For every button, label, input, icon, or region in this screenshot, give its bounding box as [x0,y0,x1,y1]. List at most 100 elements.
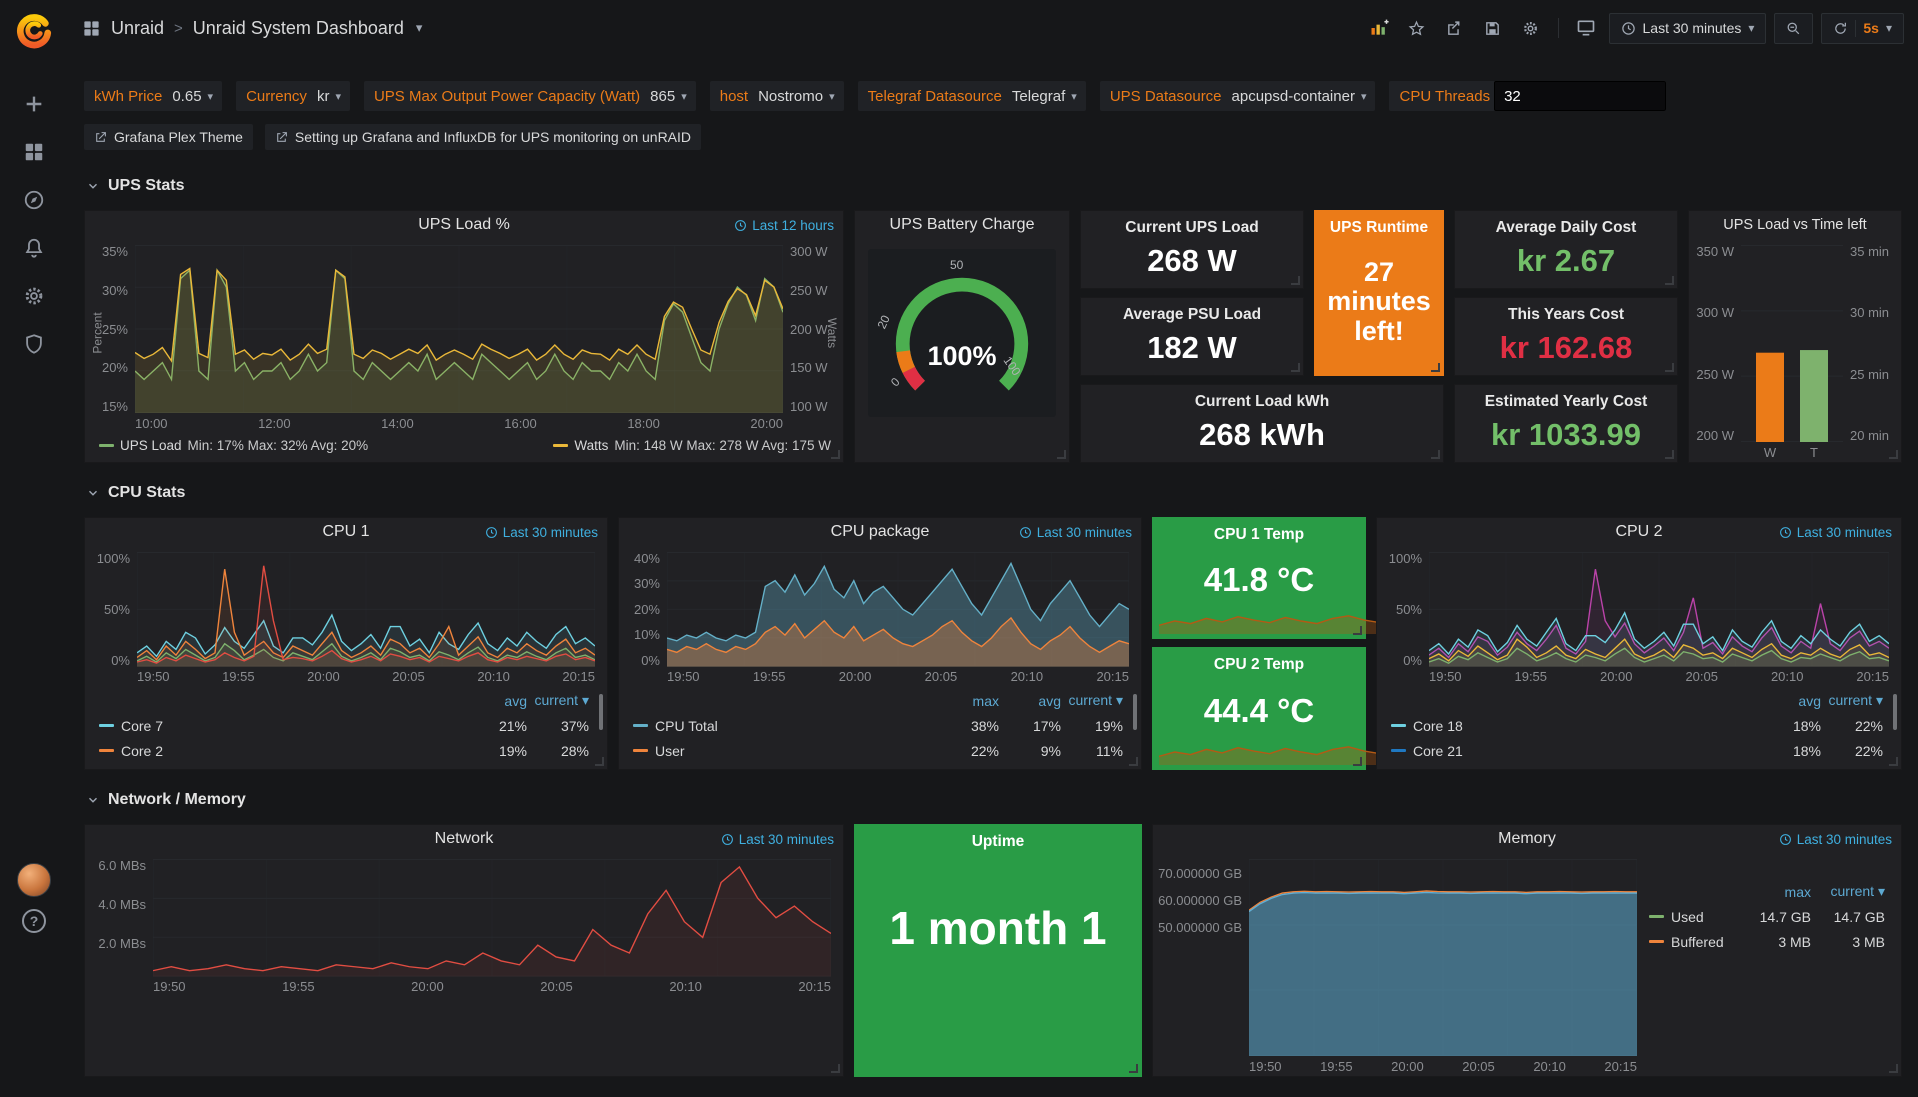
chart-plot[interactable] [153,859,831,977]
dashboard-content: kWh Price 0.65▾ Currency kr▾ UPS Max Out… [68,56,1918,1097]
panel-title[interactable]: CPU 2 [1615,523,1662,541]
legend-sort-column[interactable]: current ▾ [1821,692,1883,709]
admin-shield-icon[interactable] [0,320,68,368]
panel-uptime: Uptime 1 month 1 [854,824,1142,1077]
explore-compass-icon[interactable] [0,176,68,224]
user-avatar[interactable] [17,863,51,897]
variable-ups-max-output[interactable]: UPS Max Output Power Capacity (Watt) 865… [364,81,696,111]
variable-telegraf-datasource[interactable]: Telegraf Datasource Telegraf▾ [858,81,1086,111]
variable-value-dropdown[interactable]: kr▾ [311,88,350,105]
legend-sort-column[interactable]: avg [999,693,1061,709]
variable-currency[interactable]: Currency kr▾ [236,81,350,111]
variable-value-dropdown[interactable]: 0.65▾ [166,88,222,105]
legend-scrollbar[interactable] [599,694,603,730]
chevron-down-icon[interactable]: ▾ [416,20,423,36]
breadcrumb-page-title[interactable]: Unraid System Dashboard [193,18,404,39]
link-grafana-plex-theme[interactable]: Grafana Plex Theme [84,124,253,150]
variable-cpu-threads[interactable]: CPU Threads [1389,81,1666,111]
cycle-view-mode-button[interactable] [1571,13,1601,43]
ups-stats-panels: UPS Load % Last 12 hours Percent Watts 3… [84,210,1902,463]
legend-item[interactable]: UPS LoadMin: 17% Max: 32% Avg: 20% [99,438,368,453]
panel-header[interactable]: UPS Battery Charge [855,211,1069,239]
legend-sort-column[interactable]: avg [465,693,527,709]
configuration-gear-icon[interactable] [0,272,68,320]
cpu-threads-input[interactable] [1494,81,1666,111]
variable-value-dropdown[interactable]: Nostromo▾ [752,88,844,105]
stat-title[interactable]: Current Load kWh [1081,385,1443,411]
legend-sort-column[interactable]: current ▾ [1811,883,1885,900]
grafana-logo-icon[interactable] [13,10,55,52]
panel-header[interactable]: UPS Load % Last 12 hours [85,211,843,239]
panel-header[interactable]: CPU package Last 30 minutes [619,518,1141,546]
alerting-bell-icon[interactable] [0,224,68,272]
breadcrumb-app[interactable]: Unraid [111,18,164,39]
panel-title[interactable]: UPS Load vs Time left [1723,217,1866,233]
panel-title[interactable]: UPS Load % [418,216,510,234]
chart-plot[interactable] [1249,859,1637,1056]
stat-title[interactable]: Uptime [855,825,1141,851]
legend-scrollbar[interactable] [1133,694,1137,730]
link-ups-monitoring-guide[interactable]: Setting up Grafana and InfluxDB for UPS … [265,124,701,150]
chart-plot[interactable] [135,245,783,413]
legend-scrollbar[interactable] [1893,694,1897,730]
legend-table[interactable]: maxcurrent ▾Used14.7 GB14.7 GBBuffered3 … [1649,853,1901,1076]
panel-header[interactable]: CPU 1 Last 30 minutes [85,518,607,546]
save-dashboard-button[interactable] [1478,13,1508,43]
legend-table[interactable]: avgcurrent ▾Core 721%37%Core 219%28% [85,686,607,769]
dashboards-icon[interactable] [0,128,68,176]
stat-title[interactable]: UPS Runtime [1315,211,1443,237]
panel-title[interactable]: Network [435,830,494,848]
stat-title[interactable]: Current UPS Load [1081,211,1303,237]
stat-value: 27 minutes left! [1315,237,1443,375]
legend-table[interactable]: avgcurrent ▾Core 1818%22%Core 2118%22% [1377,686,1901,769]
legend-table[interactable]: maxavgcurrent ▾CPU Total38%17%19%User22%… [619,686,1141,769]
legend-sort-column[interactable]: current ▾ [1061,692,1123,709]
zoom-out-button[interactable] [1774,13,1813,44]
stat-title[interactable]: Average PSU Load [1081,298,1303,324]
variable-value-dropdown[interactable]: 865▾ [644,88,696,105]
variable-value-dropdown[interactable]: Telegraf▾ [1006,88,1086,105]
panel-header[interactable]: Memory Last 30 minutes [1153,825,1901,853]
share-dashboard-button[interactable] [1440,13,1470,43]
variable-ups-datasource[interactable]: UPS Datasource apcupsd-container▾ [1100,81,1376,111]
panel-title[interactable]: CPU package [831,523,930,541]
stat-title[interactable]: CPU 1 Temp [1153,518,1365,544]
legend-sort-column[interactable]: max [937,693,999,709]
variable-value-dropdown[interactable]: apcupsd-container▾ [1226,88,1376,105]
chart-plot[interactable] [667,552,1129,667]
stat-title[interactable]: Estimated Yearly Cost [1455,385,1677,411]
row-header-ups-stats[interactable]: UPS Stats [86,176,1902,196]
help-icon[interactable]: ? [22,909,46,933]
stat-title[interactable]: Average Daily Cost [1455,211,1677,237]
chart-plot[interactable] [137,552,595,667]
stat-title[interactable]: CPU 2 Temp [1153,648,1365,674]
legend[interactable]: UPS LoadMin: 17% Max: 32% Avg: 20% WattsM… [85,433,843,462]
refresh-picker[interactable]: 5s ▾ [1821,13,1904,44]
legend-item[interactable]: WattsMin: 148 W Max: 278 W Avg: 175 W [553,438,831,453]
star-dashboard-button[interactable] [1402,13,1432,43]
chart-plot[interactable] [1429,552,1889,667]
panel-title[interactable]: CPU 1 [322,523,369,541]
panel-header[interactable]: Network Last 30 minutes [85,825,843,853]
legend-sort-column[interactable]: current ▾ [527,692,589,709]
variable-kwh-price[interactable]: kWh Price 0.65▾ [84,81,222,111]
panel-title[interactable]: UPS Battery Charge [890,216,1035,234]
panel-cpu1: CPU 1 Last 30 minutes 100%50%0% 19:5019:… [84,517,608,770]
panel-header[interactable]: CPU 2 Last 30 minutes [1377,518,1901,546]
stat-value: 182 W [1081,324,1303,375]
variable-host[interactable]: host Nostromo▾ [710,81,844,111]
dashboard-settings-button[interactable] [1516,13,1546,43]
caret-down-icon: ▾ [208,90,214,103]
legend-sort-column[interactable]: avg [1759,693,1821,709]
panel-title[interactable]: Memory [1498,830,1556,848]
legend-sort-column[interactable]: max [1737,884,1811,900]
create-plus-icon[interactable] [0,80,68,128]
time-range-picker[interactable]: Last 30 minutes ▾ [1609,13,1767,44]
panel-header[interactable]: UPS Load vs Time left [1689,211,1901,239]
row-header-cpu-stats[interactable]: CPU Stats [86,483,1902,503]
panel-current-ups-load: Current UPS Load 268 W [1080,210,1304,289]
row-header-network-memory[interactable]: Network / Memory [86,790,1902,810]
add-panel-button[interactable] [1364,13,1394,43]
chart-plot[interactable] [1741,245,1843,442]
stat-title[interactable]: This Years Cost [1455,298,1677,324]
